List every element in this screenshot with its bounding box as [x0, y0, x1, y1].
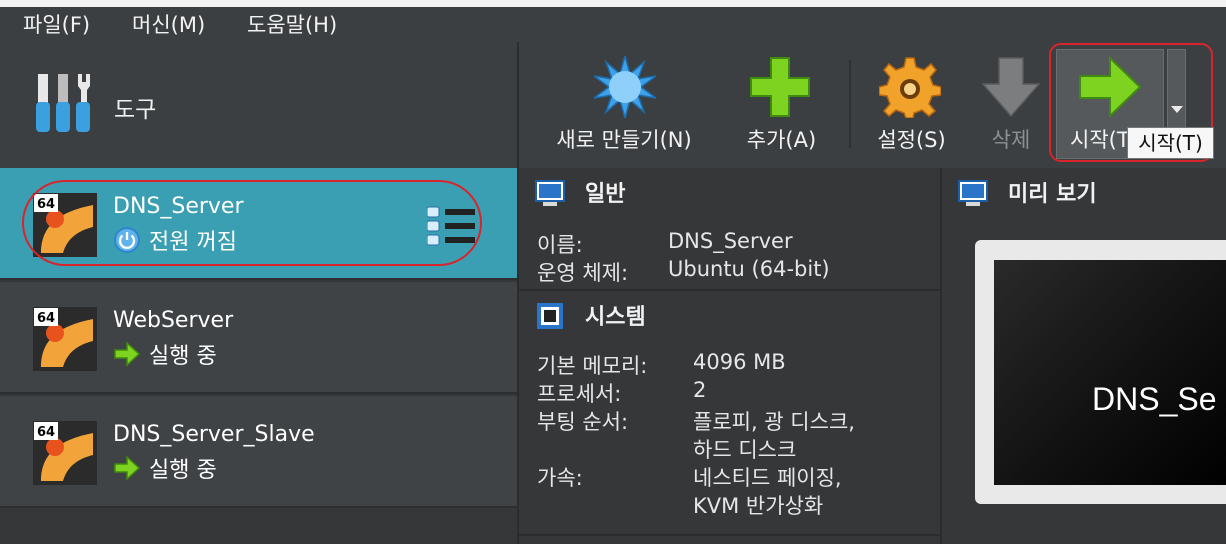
- power-off-icon: [114, 227, 140, 253]
- vm-list: 64 DNS_Server 전원 꺼짐 64 WebServer 실행 중 64…: [0, 168, 518, 544]
- vm-state-text: 실행 중: [149, 458, 217, 483]
- vm-state: 실행 중: [113, 338, 217, 369]
- vm-row-dns-server-slave[interactable]: 64 DNS_Server_Slave 실행 중: [0, 396, 517, 508]
- main-toolbar: 새로 만들기(N) 추가(A) 설정(S) 삭제 시작(T) 시작(T): [519, 42, 1226, 168]
- svg-text:64: 64: [37, 311, 55, 326]
- section-divider: [519, 534, 940, 536]
- vm-details-menu-icon[interactable]: [427, 205, 477, 247]
- vm-name: DNS_Server: [113, 194, 244, 219]
- vm-state-text: 실행 중: [149, 344, 217, 369]
- memory-label: 기본 메모리:: [537, 354, 648, 378]
- cpu-value: 2: [693, 378, 707, 402]
- system-title: 시스템: [585, 305, 646, 330]
- preview-frame: DNS_Se: [975, 240, 1226, 504]
- tools-icon: [36, 74, 90, 132]
- boot-value-2: 하드 디스크: [693, 438, 797, 462]
- gear-icon: [879, 57, 941, 118]
- name-label: 이름:: [537, 233, 583, 257]
- ubuntu-64-os-icon: 64: [33, 193, 97, 257]
- cpu-label: 프로세서:: [537, 382, 622, 406]
- start-tooltip: 시작(T): [1127, 127, 1214, 159]
- running-arrow-icon: [114, 455, 141, 481]
- menu-bar: 파일(F) 머신(M) 도움말(H): [0, 7, 1226, 40]
- monitor-icon: [535, 180, 565, 206]
- details-pane: 일반 이름: DNS_Server 운영 체제: Ubuntu (64-bit)…: [519, 168, 940, 544]
- svg-text:64: 64: [37, 425, 55, 440]
- vm-state: 실행 중: [113, 452, 217, 483]
- vm-name: DNS_Server_Slave: [113, 422, 315, 447]
- settings-label: 설정(S): [877, 128, 946, 152]
- running-arrow-icon: [114, 341, 141, 367]
- general-title: 일반: [585, 182, 626, 207]
- name-value: DNS_Server: [668, 229, 793, 253]
- preview-screen: DNS_Se: [994, 260, 1226, 485]
- menu-file[interactable]: 파일(F): [23, 9, 90, 39]
- accel-label: 가속:: [537, 466, 583, 490]
- add-plus-icon: [750, 57, 810, 117]
- menu-help[interactable]: 도움말(H): [247, 9, 337, 39]
- delete-label: 삭제: [991, 128, 1031, 152]
- monitor-icon: [958, 180, 988, 206]
- ubuntu-64-os-icon: 64: [33, 421, 97, 485]
- menu-machine[interactable]: 머신(M): [132, 9, 205, 39]
- window-top-edge: [0, 0, 1226, 7]
- boot-value-1: 플로피, 광 디스크,: [693, 410, 855, 434]
- boot-label: 부팅 순서:: [537, 410, 629, 434]
- vm-state: 전원 꺼짐: [113, 224, 237, 255]
- vm-row-webserver[interactable]: 64 WebServer 실행 중: [0, 282, 517, 394]
- delete-button: 삭제: [977, 42, 1045, 168]
- dropdown-triangle-icon: [1171, 106, 1183, 113]
- start-arrow-icon: [1079, 56, 1142, 118]
- preview-section-header[interactable]: 미리 보기: [942, 168, 1226, 216]
- settings-button[interactable]: 설정(S): [864, 42, 959, 168]
- os-label: 운영 체제:: [537, 261, 629, 285]
- toolbar-divider: [849, 60, 851, 148]
- accel-value-1: 네스티드 페이징,: [693, 466, 842, 490]
- vm-row-dns-server[interactable]: 64 DNS_Server 전원 꺼짐: [0, 168, 517, 280]
- preview-screen-text: DNS_Se: [1092, 381, 1217, 417]
- add-vm-button[interactable]: 추가(A): [729, 42, 834, 168]
- os-value: Ubuntu (64-bit): [668, 257, 830, 281]
- delete-down-arrow-icon: [981, 57, 1041, 118]
- system-section-header[interactable]: 시스템: [519, 291, 940, 339]
- vm-name: WebServer: [113, 308, 234, 333]
- preview-title: 미리 보기: [1008, 182, 1097, 207]
- chip-icon: [537, 303, 563, 329]
- general-section-header[interactable]: 일반: [519, 168, 940, 216]
- tools-label: 도구: [114, 97, 157, 123]
- new-vm-label: 새로 만들기(N): [556, 128, 692, 152]
- new-vm-button[interactable]: 새로 만들기(N): [539, 42, 709, 168]
- preview-pane: 미리 보기 DNS_Se: [940, 168, 1226, 544]
- svg-text:64: 64: [37, 197, 55, 212]
- add-vm-label: 추가(A): [746, 128, 817, 152]
- ubuntu-64-os-icon: 64: [33, 307, 97, 371]
- tools-item[interactable]: 도구: [0, 42, 517, 168]
- new-starburst-icon: [594, 56, 656, 118]
- vm-state-text: 전원 꺼짐: [149, 230, 237, 255]
- accel-value-2: KVM 반가상화: [693, 494, 824, 518]
- memory-value: 4096 MB: [693, 350, 786, 374]
